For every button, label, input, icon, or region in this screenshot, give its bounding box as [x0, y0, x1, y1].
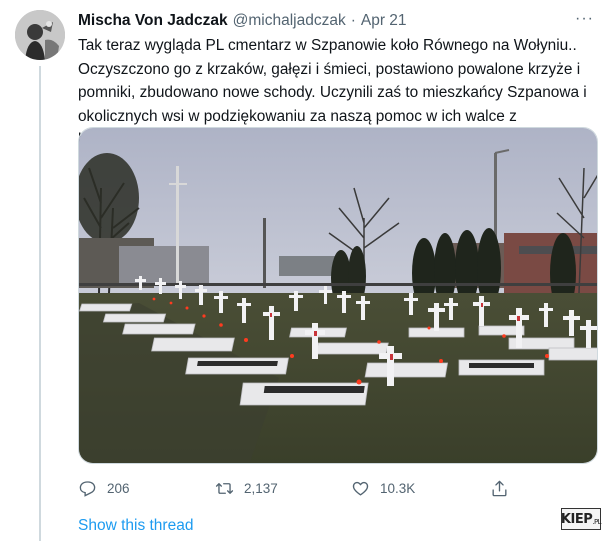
heart-icon	[352, 481, 369, 496]
tweet-header: Mischa Von Jadczak @michaljadczak · Apr …	[78, 10, 594, 31]
share-button[interactable]	[490, 474, 519, 502]
share-icon	[492, 480, 507, 496]
reply-count: 206	[107, 480, 130, 496]
show-thread-link[interactable]: Show this thread	[78, 517, 193, 535]
thread-line	[39, 66, 41, 541]
more-options-icon[interactable]: ···	[575, 10, 594, 28]
retweet-icon	[215, 482, 234, 494]
watermark-main: KIEP	[560, 511, 593, 527]
watermark-suffix: .PL	[592, 518, 602, 526]
display-name[interactable]: Mischa Von Jadczak	[78, 12, 228, 30]
tweet-photo[interactable]	[78, 127, 598, 464]
reply-button[interactable]: 206	[78, 474, 130, 502]
cemetery-photo	[79, 128, 597, 463]
avatar[interactable]	[15, 10, 65, 60]
like-button[interactable]: 10.3K	[351, 474, 415, 502]
reply-icon	[79, 480, 96, 497]
tweet-date[interactable]: Apr 21	[361, 12, 407, 30]
user-handle[interactable]: @michaljadczak	[233, 12, 346, 30]
tweet-actions: 206 2,137 10.3K	[78, 474, 598, 502]
like-count: 10.3K	[380, 480, 416, 496]
kiep-watermark-logo: KIEP .PL	[560, 508, 602, 530]
separator-dot: ·	[350, 12, 356, 29]
retweet-button[interactable]: 2,137	[215, 474, 278, 502]
retweet-count: 2,137	[244, 480, 278, 496]
